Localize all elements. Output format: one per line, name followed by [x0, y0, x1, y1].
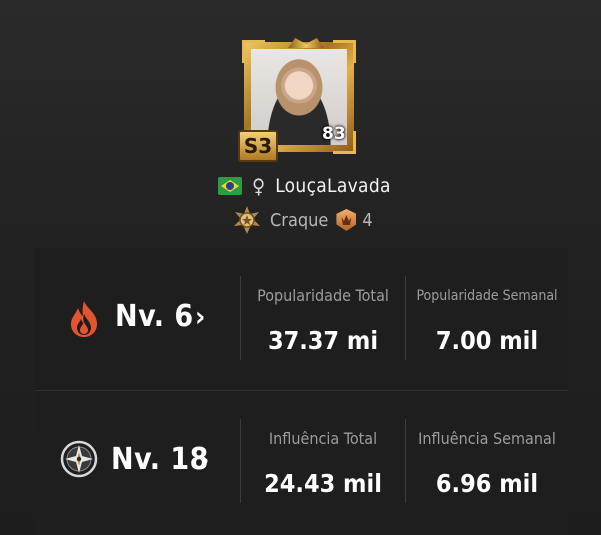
popularity-level-button[interactable]: Nv. 6 ›: [35, 248, 240, 390]
influence-row: Nv. 18 › Influência Total 24.43 mil Infl…: [35, 391, 568, 533]
influence-level: Nv. 18: [111, 442, 209, 477]
chevron-right-icon: ›: [199, 443, 210, 476]
influence-total-label: Influência Total: [268, 429, 378, 448]
popularity-total: Popularidade Total 37.37 mi: [241, 248, 405, 390]
popularity-level: Nv. 6: [115, 299, 194, 334]
popularity-weekly-label: Popularidade Semanal: [416, 288, 558, 304]
tier-number: 4: [362, 209, 373, 231]
frame-crest-icon: [288, 38, 324, 48]
popularity-weekly: Popularidade Semanal 7.00 mil: [406, 248, 568, 390]
female-gender-icon: ♀: [252, 174, 266, 198]
stats-panel: Nv. 6 › Popularidade Total 37.37 mi Popu…: [35, 248, 568, 535]
flame-icon: [67, 300, 101, 338]
player-name[interactable]: LouçaLavada: [275, 175, 391, 197]
influence-level-button[interactable]: Nv. 18 ›: [35, 391, 240, 533]
influence-weekly-value: 6.96 mil: [435, 469, 539, 498]
popularity-weekly-value: 7.00 mil: [435, 326, 539, 355]
brazil-flag-icon: [218, 177, 242, 195]
influence-total: Influência Total 24.43 mil: [241, 391, 405, 533]
rank-label: Craque: [270, 209, 329, 231]
influence-weekly: Influência Semanal 6.96 mil: [406, 391, 568, 533]
influence-total-value: 24.43 mil: [264, 469, 382, 498]
season-badge: S3: [238, 130, 278, 162]
player-avatar[interactable]: S3 83: [238, 34, 362, 162]
popularity-row: Nv. 6 › Popularidade Total 37.37 mi Popu…: [35, 248, 568, 390]
name-row: ♀ LouçaLavada: [218, 172, 391, 200]
rank-emblem-icon: [232, 205, 262, 235]
player-level: 83: [322, 124, 346, 144]
tier-shield-icon: [336, 209, 357, 231]
popularity-total-value: 37.37 mi: [267, 326, 379, 355]
compass-icon: [59, 439, 99, 479]
rank-row[interactable]: Craque 4: [232, 204, 373, 236]
chevron-right-icon: ›: [195, 300, 206, 333]
influence-weekly-label: Influência Semanal: [418, 429, 556, 448]
popularity-total-label: Popularidade Total: [257, 286, 389, 305]
